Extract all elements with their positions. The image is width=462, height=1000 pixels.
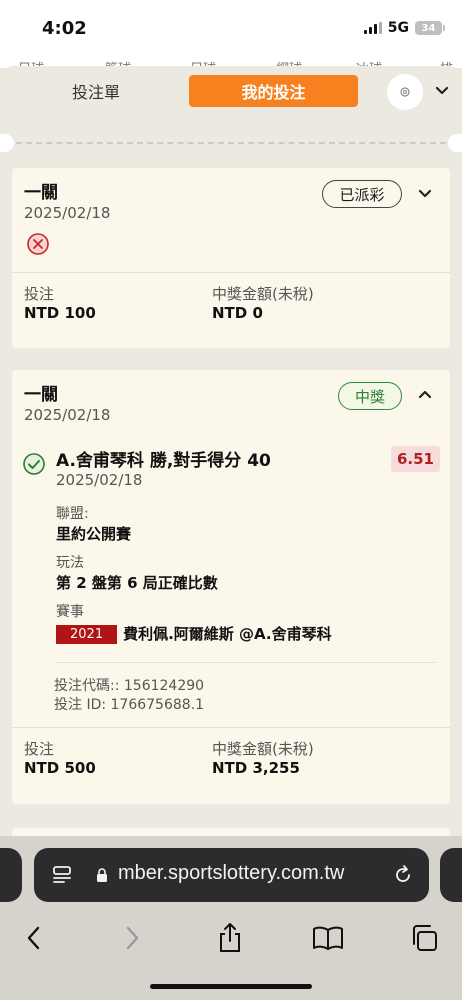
prev-tab-preview[interactable] bbox=[0, 848, 22, 902]
browser-bar: mber.sportslottery.com.tw bbox=[0, 836, 462, 1000]
status-time: 4:02 bbox=[42, 18, 87, 39]
browser-toolbar bbox=[0, 918, 462, 962]
signal-icon bbox=[363, 22, 382, 34]
tab-mybets[interactable]: 我的投注 bbox=[189, 75, 358, 107]
stake-label: 投注 bbox=[24, 285, 55, 303]
lock-icon bbox=[97, 868, 107, 882]
battery-icon: 34 bbox=[415, 21, 445, 35]
selection-date: 2025/02/18 bbox=[56, 471, 143, 489]
ticket-notch bbox=[448, 134, 462, 152]
play-value: 第 2 盤第 6 局正確比數 bbox=[56, 574, 218, 592]
event-label: 賽事 bbox=[56, 604, 84, 620]
stake-value: NTD 100 bbox=[24, 304, 96, 322]
bet-code: 投注代碼:: 156124290 bbox=[54, 678, 205, 694]
odds-value: 6.51 bbox=[390, 446, 440, 472]
ticket-divider bbox=[16, 142, 446, 144]
share-button[interactable] bbox=[210, 918, 250, 958]
battery-level: 34 bbox=[421, 22, 436, 34]
url-text[interactable]: mber.sportslottery.com.tw bbox=[118, 862, 344, 885]
home-indicator bbox=[150, 984, 312, 989]
book-icon bbox=[313, 926, 343, 950]
payout-value: NTD 3,255 bbox=[212, 759, 300, 777]
bet-id: 投注 ID: 176675688.1 bbox=[54, 697, 205, 713]
back-button[interactable] bbox=[14, 918, 54, 958]
league-value: 里約公開賽 bbox=[56, 525, 132, 543]
bet-card[interactable]: 一關 2025/02/18 中獎 A.舍甫琴科 勝,對手得分 40 6.51 2… bbox=[12, 370, 450, 804]
status-badge: 已派彩 bbox=[322, 180, 402, 208]
payout-label: 中獎金額(未稅) bbox=[212, 285, 314, 303]
stake-label: 投注 bbox=[24, 740, 55, 758]
tabs-button[interactable] bbox=[404, 918, 444, 958]
event-year-tag: 2021 bbox=[56, 625, 118, 644]
play-label: 玩法 bbox=[56, 555, 84, 571]
share-icon bbox=[220, 923, 240, 952]
sheet-header: 投注單 我的投注 bbox=[0, 66, 462, 118]
selection: A.舍甫琴科 勝,對手得分 40 6.51 2025/02/18 聯盟: 里約公… bbox=[12, 446, 450, 644]
gear-icon bbox=[400, 87, 410, 97]
bets-list[interactable]: 一關 2025/02/18 已派彩 投注 NTD 100 中獎金額(未稅) NT… bbox=[0, 134, 462, 856]
settings-button[interactable] bbox=[387, 74, 423, 110]
page-menu-icon[interactable] bbox=[52, 864, 74, 886]
chevron-down-icon[interactable] bbox=[434, 82, 450, 98]
payout-value: NTD 0 bbox=[212, 304, 263, 322]
bookmarks-button[interactable] bbox=[308, 918, 348, 958]
tab-betslip[interactable]: 投注單 bbox=[40, 74, 152, 108]
league-label: 聯盟: bbox=[56, 506, 89, 522]
status-bar: 4:02 5G 34 bbox=[0, 0, 462, 54]
forward-button[interactable] bbox=[112, 918, 152, 958]
chevron-left-icon bbox=[27, 926, 40, 950]
cross-circle-icon bbox=[27, 233, 49, 255]
event-value: 費利佩.阿爾維斯 @A.舍甫琴科 bbox=[123, 625, 332, 643]
chevron-down-icon[interactable] bbox=[418, 186, 432, 200]
check-circle-icon bbox=[23, 453, 45, 475]
status-badge: 中獎 bbox=[338, 382, 402, 410]
next-tab-preview[interactable] bbox=[440, 848, 462, 902]
bet-card[interactable]: 一關 2025/02/18 已派彩 投注 NTD 100 中獎金額(未稅) NT… bbox=[12, 168, 450, 348]
network-type: 5G bbox=[387, 20, 409, 36]
chevron-right-icon bbox=[126, 926, 139, 950]
reload-icon[interactable] bbox=[392, 864, 414, 886]
bet-sheet: 投注單 我的投注 一關 2025/02/18 已派彩 投注 NTD 100 中獎… bbox=[0, 66, 462, 856]
ticket-notch bbox=[0, 134, 14, 152]
payout-label: 中獎金額(未稅) bbox=[212, 740, 314, 758]
stake-value: NTD 500 bbox=[24, 759, 96, 777]
chevron-up-icon[interactable] bbox=[418, 388, 432, 402]
tabs-icon bbox=[413, 925, 437, 951]
